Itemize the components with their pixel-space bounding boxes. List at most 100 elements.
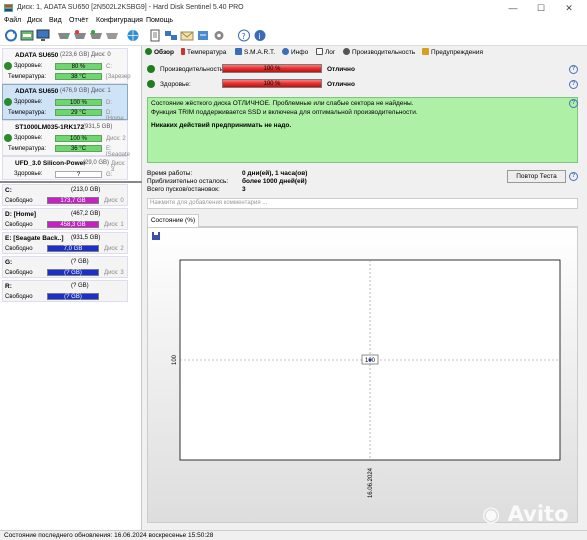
disk-test-icon[interactable] [20,29,34,42]
report-icon[interactable] [148,29,162,42]
tab-health-percent[interactable]: Состояние (%) [147,214,199,227]
close-button[interactable]: ✕ [563,2,575,14]
disk-partition: D: [106,100,112,106]
hdd-icon[interactable] [57,29,71,42]
help-icon[interactable]: ? [237,29,251,42]
chart-panel: 10016.06.2024100 [147,227,578,523]
status-message-line: Функция TRIM поддерживается SSD и включе… [151,108,418,116]
disk-size: (931,5 GB) [83,124,113,130]
disk-number: Диск: 3 [111,161,126,173]
disk-partition: G: [106,172,113,178]
menu-help[interactable]: Помощь [146,17,173,24]
disk-name: ADATA SU650 [15,52,59,59]
menu-config[interactable]: Конфигурация [96,17,143,24]
tab-performance[interactable]: Производительность [343,48,415,56]
network-icon[interactable] [164,29,178,42]
disk-item-2[interactable]: ST1000LM035-1RK172 (931,5 GB) Здоровье: … [2,120,130,158]
tab-info[interactable]: Инфо [282,48,308,56]
disk-name: ST1000LM035-1RK172 [15,124,85,131]
tab-temperature[interactable]: Температура [181,48,226,56]
health-bar: ? [55,171,102,178]
info-value: 3 [242,186,246,193]
refresh-icon[interactable] [4,29,18,42]
help-icon[interactable]: ? [569,65,578,74]
info-value: 0 дни(ей), 1 часа(ов) [242,170,308,177]
comment-field[interactable]: Нажмите для добавления комментария ... [147,198,578,209]
tab-alerts[interactable]: Предупреждения [422,48,483,56]
temp-bar: 29 °C [55,109,102,116]
partition-size: (213,0 GB) [71,187,101,193]
disk-list-pane: ADATA SU650 (223,6 GB) Диск: 0 Здоровье:… [0,46,142,530]
menu-view[interactable]: Вид [49,17,62,24]
globe-icon[interactable] [126,29,140,42]
y-tick-label: 100 [172,354,178,365]
help-icon[interactable]: ? [569,80,578,89]
backup-icon[interactable] [196,29,210,42]
retest-button[interactable]: Повтор Теста [507,170,566,183]
partition-separator [0,181,142,183]
settings-icon[interactable] [212,29,226,42]
partition-item-e[interactable]: E: [Seagate Back..] (931,5 GB) Свободно … [2,232,128,254]
hdd-status-icon[interactable] [73,29,87,42]
partition-item-d[interactable]: D: [Home] (467,2 GB) Свободно 458,3 GB Д… [2,208,128,230]
alert-icon [422,48,429,55]
tab-label: Инфо [291,49,309,56]
svg-text:i: i [259,32,261,41]
menu-bar: Файл Диск Вид Отчёт Конфигурация Помощь [0,16,587,26]
disk-name: UFD_3.0 Silicon-Power [15,160,86,167]
info-label: Время работы: [147,170,193,177]
disk-partition: [Зарезер [106,74,131,80]
info-icon [282,48,289,55]
partition-item-c[interactable]: C: (213,0 GB) Свободно 173,7 GB Диск: 0 [2,184,128,206]
log-icon [316,48,323,55]
menu-disk[interactable]: Диск [27,17,42,24]
temp-label: Температура: [8,110,47,116]
disk-item-3[interactable]: UFD_3.0 Silicon-Power (29,0 GB) Диск: 3 … [2,156,128,180]
health-label: Здоровье: [14,63,43,69]
email-icon[interactable] [180,29,194,42]
x-tick-label: 16.06.2024 [368,467,374,498]
free-label: Свободно [5,246,33,252]
monitor-icon[interactable] [36,29,50,42]
maximize-button[interactable]: ☐ [535,2,547,14]
ok-icon [147,80,155,88]
menu-report[interactable]: Отчёт [69,17,88,24]
tab-overview[interactable]: Обзор [145,48,174,56]
menu-file[interactable]: Файл [4,17,21,24]
help-icon[interactable]: ? [569,172,578,181]
free-label: Свободно [5,294,33,300]
temp-bar: 36 °C [55,145,102,152]
hdd-info-icon[interactable] [89,29,103,42]
tab-label: S.M.A.R.T. [244,49,276,56]
hdd-alert-icon[interactable] [105,29,119,42]
partition-item-r[interactable]: R: (? GB) Свободно (? GB) [2,280,128,302]
disk-size: (223,6 GB) [60,52,90,58]
health-bar: 100 % [222,79,322,88]
free-bar: 7,0 GB [47,245,99,252]
disk-number: Диск: 2 [106,136,126,142]
window-title: Диск: 1, ADATA SU650 [2N502L2KSBG9] - Ha… [17,4,244,11]
help-icon[interactable]: ? [569,99,578,108]
tab-label: Лог [325,49,336,56]
disk-partition: C: [106,64,112,70]
gauge-icon [343,48,350,55]
disk-item-0[interactable]: ADATA SU650 (223,6 GB) Диск: 0 Здоровье:… [2,48,131,84]
disk-number: Диск: 0 [91,52,111,58]
tab-log[interactable]: Лог [316,48,335,56]
minimize-button[interactable]: — [507,2,519,14]
disk-number: Диск: 1 [91,88,111,94]
ok-icon [4,98,12,106]
partition-size: (931,5 GB) [71,235,101,241]
free-label: Свободно [5,222,33,228]
info-icon[interactable]: i [253,29,267,42]
temp-label: Температура: [8,74,47,80]
free-label: Свободно [5,270,33,276]
status-bar: Состояние последнего обновления: 16.06.2… [0,530,587,540]
free-bar: (? GB) [47,293,99,300]
disk-item-1[interactable]: ADATA SU650 (476,9 GB) Диск: 1 Здоровье:… [2,84,128,122]
partition-item-g[interactable]: G: (? GB) Свободно (? GB) Диск: 3 [2,256,128,278]
chart-tabs: Состояние (%) [147,214,578,227]
partition-name: D: [Home] [5,211,37,218]
toolbar: ? i [0,26,587,46]
tab-smart[interactable]: S.M.A.R.T. [235,48,275,56]
